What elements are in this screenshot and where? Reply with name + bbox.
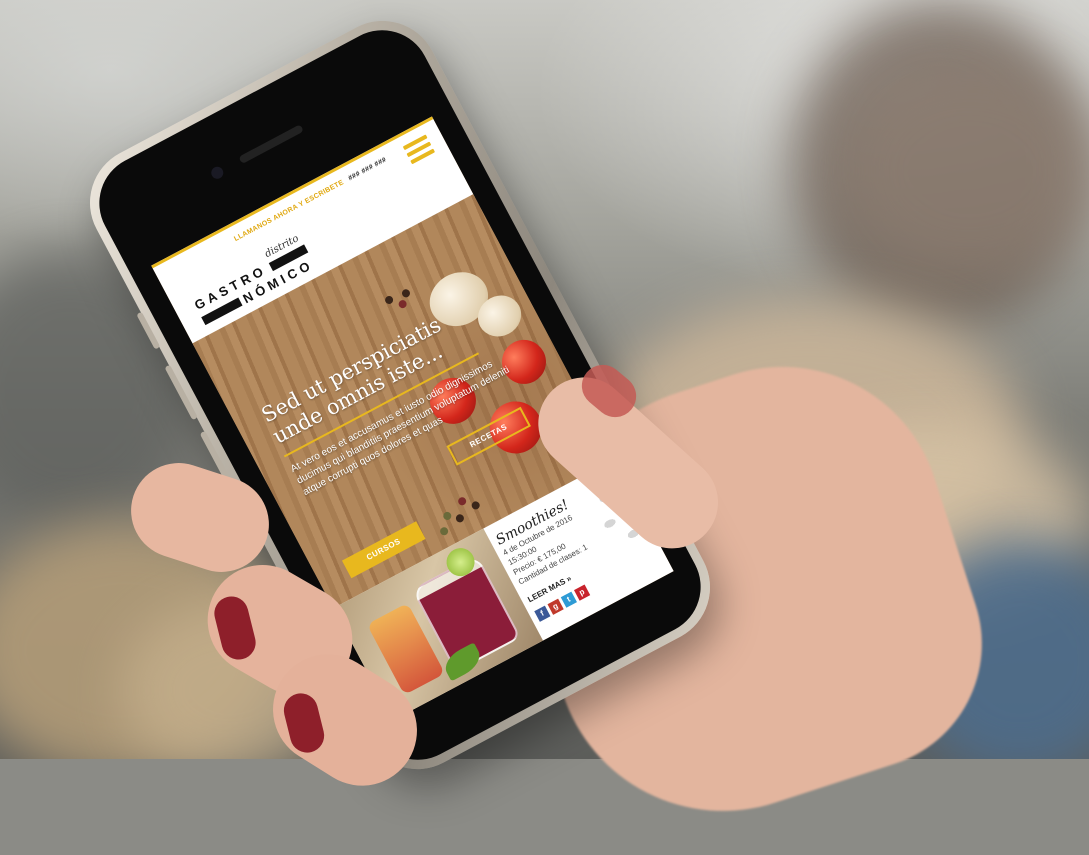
phone-number[interactable]: ### ### ### [347,156,388,182]
peppercorn [470,499,482,511]
peppercorn [438,525,450,537]
hamburger-menu-icon[interactable] [402,134,436,165]
call-to-action: LLAMANOS AHORA Y ESCRIBETE ### ### ### [233,156,388,243]
peppercorn [456,495,468,507]
call-text: LLAMANOS AHORA Y ESCRIBETE [233,179,346,243]
peppercorn [441,510,453,522]
peppercorn [383,294,395,306]
peppercorn [454,512,466,524]
twitter-icon[interactable]: t [560,591,577,608]
front-camera [209,164,226,181]
peppercorn [400,287,412,299]
pinterest-icon[interactable]: p [573,584,591,601]
facebook-icon[interactable]: f [534,605,551,622]
peppercorn [397,298,409,310]
google-plus-icon[interactable]: g [547,598,564,615]
earpiece-speaker [238,124,304,165]
